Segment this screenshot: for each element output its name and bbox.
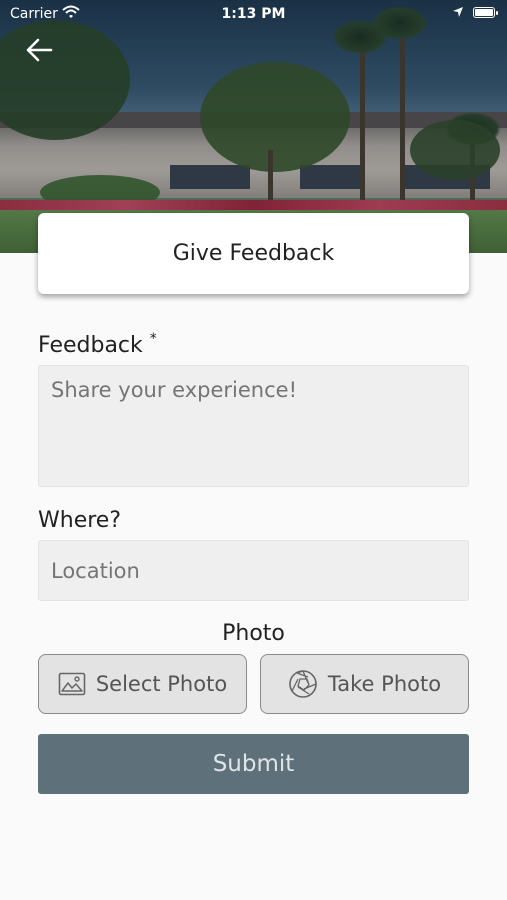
select-photo-button[interactable]: Select Photo [38, 654, 247, 714]
required-marker: * [149, 331, 157, 347]
select-photo-label: Select Photo [95, 672, 228, 696]
take-photo-label: Take Photo [327, 672, 442, 696]
camera-aperture-icon [289, 670, 317, 698]
arrow-left-icon [26, 38, 53, 62]
feedback-label: Feedback * [38, 331, 157, 358]
status-bar: Carrier 1:13 PM [0, 0, 507, 28]
submit-label: Submit [212, 751, 295, 777]
submit-button[interactable]: Submit [38, 734, 469, 794]
page-title-card: Give Feedback [38, 213, 469, 294]
back-button[interactable] [24, 36, 56, 66]
location-arrow-icon [452, 6, 464, 22]
take-photo-button[interactable]: Take Photo [260, 654, 469, 714]
location-input[interactable] [38, 540, 469, 601]
page-title: Give Feedback [172, 241, 335, 266]
where-label: Where? [38, 508, 122, 533]
battery-icon [473, 7, 498, 18]
image-icon [58, 672, 86, 696]
feedback-label-text: Feedback [38, 333, 143, 358]
feedback-input[interactable] [38, 365, 469, 487]
photo-label: Photo [222, 621, 285, 646]
clock: 1:13 PM [221, 6, 286, 22]
